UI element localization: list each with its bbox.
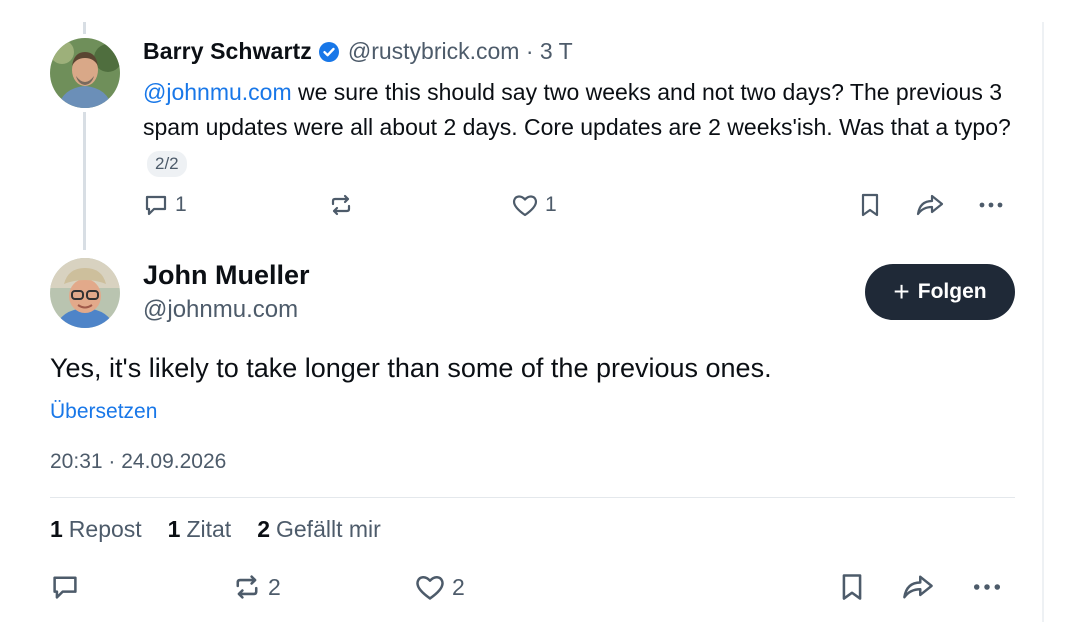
main-bookmark-button[interactable]	[838, 572, 866, 602]
quotes-label: Zitat	[186, 516, 232, 542]
main-avatar[interactable]	[50, 258, 120, 328]
quotes-stat[interactable]: 1 Zitat	[168, 516, 232, 543]
thread-pill: 2/2	[147, 150, 187, 177]
reposts-label: Repost	[68, 516, 142, 542]
plus-icon: +	[893, 276, 910, 307]
parent-more-button[interactable]	[977, 192, 1005, 218]
parent-reply-button[interactable]: 1	[143, 192, 187, 218]
reposts-count: 1	[50, 516, 63, 542]
verified-badge-icon	[318, 41, 340, 63]
parent-bookmark-button[interactable]	[858, 192, 882, 218]
bookmark-icon	[842, 574, 862, 600]
repost-icon	[236, 575, 258, 599]
main-like-button[interactable]: 2	[414, 572, 465, 602]
parent-post-text: @johnmu.com we sure this should say two …	[143, 75, 1023, 180]
bookmark-icon	[861, 193, 879, 217]
likes-count: 2	[257, 516, 270, 542]
divider	[50, 497, 1015, 498]
main-author-name[interactable]: John Mueller	[143, 260, 310, 291]
share-icon	[916, 194, 944, 216]
like-icon	[416, 576, 444, 600]
reply-icon	[53, 576, 77, 599]
share-icon	[903, 575, 933, 599]
main-repost-count: 2	[268, 573, 281, 600]
main-like-count: 2	[452, 573, 465, 600]
main-repost-button[interactable]: 2	[232, 572, 281, 602]
quotes-count: 1	[167, 516, 181, 542]
parent-repost-button[interactable]	[328, 192, 354, 218]
parent-handle-time: @rustybrick.com · 3 T	[347, 38, 573, 64]
main-reply-button[interactable]	[50, 572, 80, 602]
translate-link[interactable]: Übersetzen	[50, 400, 157, 424]
reply-icon	[145, 195, 167, 216]
more-icon	[973, 584, 1001, 590]
parent-avatar[interactable]	[50, 38, 120, 108]
parent-share-button[interactable]	[915, 192, 945, 218]
repost-icon	[331, 194, 351, 216]
follow-button[interactable]: + Folgen	[865, 264, 1015, 320]
mention-link[interactable]: @johnmu.com	[143, 79, 292, 105]
likes-label: Gefällt mir	[276, 516, 381, 542]
likes-stat[interactable]: 2 Gefällt mir	[257, 516, 381, 543]
main-post-text: Yes, it's likely to take longer than som…	[50, 353, 772, 383]
right-border	[1042, 22, 1044, 622]
parent-like-button[interactable]: 1	[511, 192, 557, 218]
main-handle[interactable]: @johnmu.com	[143, 296, 298, 324]
main-more-button[interactable]	[971, 572, 1003, 602]
engagement-stats: 1 Repost 1 Zitat 2 Gefällt mir	[50, 516, 407, 543]
thread-line	[83, 112, 86, 250]
parent-reply-count: 1	[175, 193, 187, 216]
main-share-button[interactable]	[901, 572, 935, 602]
parent-like-count: 1	[545, 193, 557, 216]
reposts-stat[interactable]: 1 Repost	[50, 516, 142, 543]
follow-label: Folgen	[917, 280, 987, 303]
post-timestamp: 20:31 · 24.09.2026	[50, 450, 227, 473]
parent-header: Barry Schwartz @rustybrick.com · 3 T	[143, 38, 573, 65]
more-icon	[979, 202, 1003, 208]
like-icon	[513, 195, 537, 217]
thread-line-top	[83, 22, 86, 34]
parent-author-name[interactable]: Barry Schwartz	[143, 38, 312, 65]
